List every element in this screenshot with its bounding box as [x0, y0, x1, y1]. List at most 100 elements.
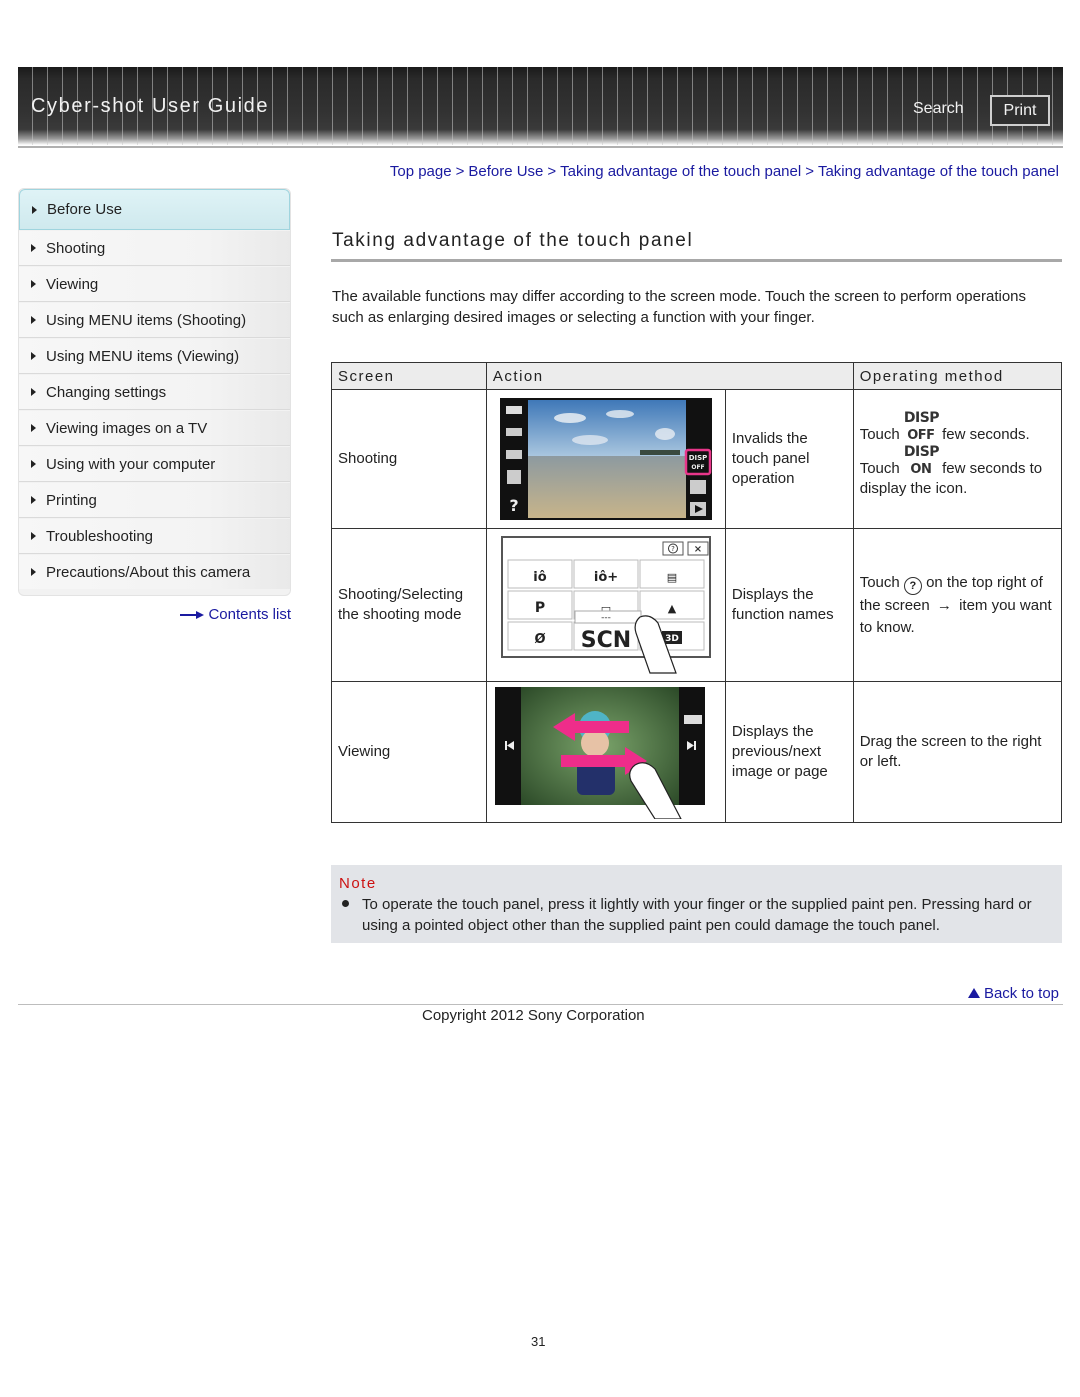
search-link[interactable]: Search	[913, 100, 964, 118]
svg-text:DISP: DISP	[689, 454, 708, 462]
triangle-right-icon	[31, 244, 36, 252]
disp-icon-top: DISP	[903, 444, 940, 460]
sidebar-item-troubleshooting[interactable]: Troubleshooting	[19, 519, 290, 554]
mode-select-screen-image: ? × iô iô+ ▤ P ▭ ▲ Ø SCN 3D ---	[499, 535, 712, 675]
disp-icon-bottom: ON	[910, 462, 932, 477]
intro-paragraph: The available functions may differ accor…	[332, 288, 1026, 326]
action-cell: Displays the previous/next image or page	[724, 681, 854, 823]
triangle-right-icon	[31, 352, 36, 360]
svg-text:▤: ▤	[667, 571, 677, 584]
svg-text:?: ?	[671, 545, 675, 553]
triangle-right-icon	[31, 496, 36, 504]
method-text: Touch	[859, 460, 900, 477]
table-header-row: Screen Action Operating method	[331, 362, 1063, 390]
back-to-top-link[interactable]: Back to top	[967, 985, 1059, 1002]
shooting-screen-illustration: ? DISP OFF	[499, 398, 712, 520]
sidebar-item-viewing-tv[interactable]: Viewing images on a TV	[19, 411, 290, 446]
triangle-right-icon	[32, 205, 37, 214]
column-header-screen: Screen	[331, 362, 487, 390]
disp-off-icon: DISP OFF	[904, 411, 940, 443]
sidebar-item-precautions[interactable]: Precautions/About this camera	[19, 555, 290, 589]
page-number: 31	[531, 1334, 546, 1349]
header-banner: Cyber-shot User Guide Search Print	[18, 67, 1063, 145]
sidebar-item-label: Changing settings	[46, 383, 167, 401]
triangle-up-icon	[967, 988, 980, 998]
contents-list-link[interactable]: Contents list	[18, 606, 291, 623]
page-title: Taking advantage of the touch panel	[332, 230, 694, 251]
print-button[interactable]: Print	[990, 95, 1050, 126]
help-icon: ?	[903, 576, 922, 595]
table-row: Shooting ? DISP OFF Invalids the touch p…	[331, 389, 1063, 529]
svg-text:SCN: SCN	[581, 628, 631, 653]
bullet-icon	[342, 900, 349, 907]
svg-text:Ø: Ø	[534, 632, 545, 647]
sidebar-item-label: Using with your computer	[46, 455, 216, 473]
sidebar-nav: Before Use Shooting Viewing Using MENU i…	[18, 188, 291, 596]
sidebar-item-printing[interactable]: Printing	[19, 483, 290, 518]
sidebar-item-viewing[interactable]: Viewing	[19, 267, 290, 302]
sidebar-item-computer[interactable]: Using with your computer	[19, 447, 290, 482]
breadcrumb-top-page[interactable]: Top page	[390, 163, 452, 180]
title-divider	[331, 259, 1062, 262]
back-to-top-label: Back to top	[983, 985, 1059, 1002]
triangle-right-icon	[31, 568, 36, 576]
breadcrumb-before-use[interactable]: Before Use	[468, 163, 543, 180]
sidebar-item-menu-shooting[interactable]: Using MENU items (Shooting)	[19, 303, 290, 338]
table-row: Viewing Displays the previous/next image…	[331, 681, 1063, 823]
breadcrumb-separator: >	[805, 163, 814, 180]
sidebar-item-label: Before Use	[47, 201, 123, 218]
svg-text:---: ---	[601, 613, 611, 623]
copyright-text: Copyright 2012 Sony Corporation	[422, 1007, 645, 1024]
method-text: Touch	[859, 573, 900, 591]
breadcrumb: Top page > Before Use > Taking advantage of …	[390, 163, 1059, 180]
viewing-screen-image	[494, 685, 717, 820]
screenshot-cell: ? DISP OFF	[485, 389, 726, 529]
sidebar-item-label: Troubleshooting	[46, 527, 154, 545]
method-cell: Touch ? on the top right of the screen →…	[852, 528, 1063, 682]
screen-cell: Viewing	[331, 681, 487, 823]
breadcrumb-separator: >	[547, 163, 557, 180]
svg-text:×: ×	[694, 544, 702, 555]
sidebar-item-label: Precautions/About this camera	[46, 563, 251, 581]
breadcrumb-separator: >	[455, 163, 465, 180]
screen-cell: Shooting	[331, 389, 487, 529]
svg-text:iô: iô	[533, 570, 546, 585]
header-divider	[18, 146, 1063, 148]
sidebar-item-shooting[interactable]: Shooting	[19, 231, 290, 266]
triangle-right-icon	[31, 316, 36, 324]
table-row: Shooting/Selecting the shooting mode ? ×	[331, 528, 1063, 682]
triangle-right-icon	[31, 424, 36, 432]
viewing-illustration	[494, 687, 705, 820]
app-title: Cyber-shot User Guide	[31, 95, 270, 117]
svg-text:3D: 3D	[665, 634, 679, 644]
sidebar-item-label: Shooting	[46, 239, 106, 257]
triangle-right-icon	[31, 532, 36, 540]
svg-text:OFF: OFF	[691, 464, 704, 471]
screenshot-cell	[485, 681, 726, 823]
contents-list-label: Contents list	[208, 606, 291, 623]
sidebar-item-label: Viewing	[46, 275, 99, 293]
sidebar: Before Use Shooting Viewing Using MENU i…	[18, 188, 291, 623]
column-header-operating-method: Operating method	[852, 362, 1063, 390]
arrow-right-icon: →	[936, 596, 952, 614]
action-cell: Displays the function names	[724, 528, 854, 682]
disp-icon-bottom: OFF	[907, 428, 935, 443]
triangle-right-icon	[31, 460, 36, 468]
operations-table: Screen Action Operating method Shooting	[331, 362, 1063, 823]
sidebar-item-before-use[interactable]: Before Use	[19, 189, 290, 230]
triangle-right-icon	[31, 280, 36, 288]
note-text: To operate the touch panel, press it lig…	[362, 896, 1032, 934]
svg-text:?: ?	[509, 496, 518, 515]
method-text: few seconds.	[942, 426, 1030, 443]
sidebar-item-label: Viewing images on a TV	[46, 419, 208, 437]
breadcrumb-touch-panel-section[interactable]: Taking advantage of the touch panel	[560, 163, 801, 180]
sidebar-item-menu-viewing[interactable]: Using MENU items (Viewing)	[19, 339, 290, 374]
breadcrumb-current-page[interactable]: Taking advantage of the touch panel	[818, 163, 1059, 180]
screen-cell: Shooting/Selecting the shooting mode	[331, 528, 487, 682]
svg-text:iô+: iô+	[594, 570, 618, 585]
disp-icon-top: DISP	[903, 410, 940, 426]
arrow-right-icon	[180, 611, 205, 620]
note-title: Note	[339, 875, 377, 892]
action-cell: Invalids the touch panel operation	[724, 389, 854, 529]
sidebar-item-changing-settings[interactable]: Changing settings	[19, 375, 290, 410]
